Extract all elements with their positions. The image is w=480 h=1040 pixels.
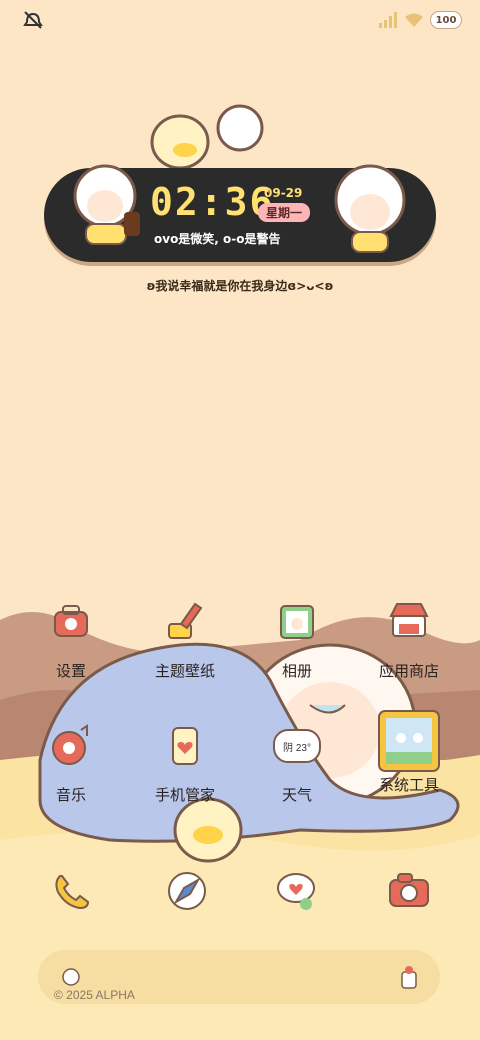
clock-time: 02:36 <box>150 180 275 224</box>
app-label: 设置 <box>55 663 86 680</box>
app-store[interactable]: 应用商店 <box>354 598 464 681</box>
app-gallery[interactable]: 相册 <box>242 598 352 681</box>
app-theme-wallpaper[interactable]: 主题壁纸 <box>130 598 240 681</box>
messages-icon[interactable] <box>274 868 320 914</box>
music-icon <box>52 724 88 765</box>
app-label: 天气 <box>281 787 312 804</box>
footer-copyright: © 2025 ALPHA <box>54 988 135 1002</box>
wallpaper-caption: ʚ我说幸福就是你在我身边ɞ>ᴗ<ʚ <box>146 279 334 293</box>
weather-temp: 阴 23° <box>273 729 321 763</box>
app-label: 应用商店 <box>378 663 439 680</box>
camera-icon[interactable] <box>386 868 432 914</box>
app-label: 系统工具 <box>378 777 439 794</box>
theme-wallpaper-icon <box>168 602 203 639</box>
system-tools-icon <box>378 710 440 772</box>
phone-manager-icon <box>172 727 198 765</box>
app-store-icon <box>389 603 429 637</box>
clock-date: 09-29 <box>264 186 303 200</box>
app-label: 音乐 <box>55 787 86 804</box>
settings-icon <box>54 605 88 637</box>
status-bar-right: 100 <box>378 10 462 30</box>
app-label: 主题壁纸 <box>154 663 215 680</box>
app-system-tools[interactable]: 系统工具 <box>354 708 464 795</box>
browser-icon[interactable] <box>164 868 210 914</box>
app-label: 手机管家 <box>154 787 215 804</box>
phone-icon[interactable] <box>50 868 96 914</box>
mute-icon <box>22 10 44 30</box>
gallery-icon <box>280 605 314 639</box>
cup-icon <box>401 966 417 989</box>
app-phone-manager[interactable]: 手机管家 <box>130 722 240 805</box>
app-music[interactable]: 音乐 <box>16 722 126 805</box>
battery-icon: 100 <box>430 11 462 29</box>
sheep-small-icon <box>62 968 80 986</box>
clock-weekday: 星期一 <box>258 203 311 222</box>
wifi-icon <box>405 13 423 27</box>
weather-icon: 阴 23° <box>273 722 321 770</box>
signal-icon <box>379 12 397 28</box>
app-weather[interactable]: 阴 23° 天气 <box>242 722 352 805</box>
sheep-right-icon <box>334 164 406 253</box>
sheep-left-icon <box>73 164 140 245</box>
app-label: 相册 <box>281 663 312 680</box>
clock-tagline: ovo是微笑, o-o是警告 <box>154 232 281 246</box>
app-settings[interactable]: 设置 <box>16 598 126 681</box>
